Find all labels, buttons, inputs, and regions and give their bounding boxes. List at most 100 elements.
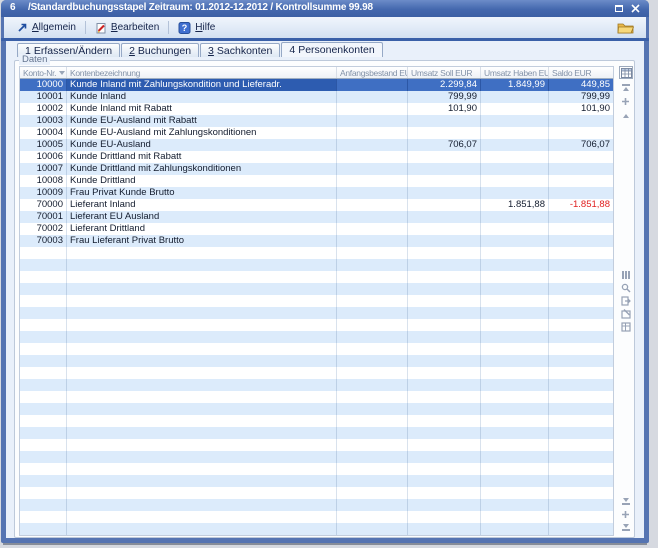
table-cell[interactable]: [549, 223, 613, 235]
table-row-empty[interactable]: [20, 259, 613, 271]
table-cell[interactable]: Lieferant EU Ausland: [67, 211, 337, 223]
table-row[interactable]: 10000Kunde Inland mit Zahlungskondition …: [20, 79, 613, 91]
table-cell[interactable]: [481, 367, 549, 379]
table-cell[interactable]: [481, 427, 549, 439]
table-cell[interactable]: Kunde Drittland: [67, 175, 337, 187]
table-row-empty[interactable]: [20, 499, 613, 511]
table-cell[interactable]: [549, 259, 613, 271]
allgemein-button[interactable]: Allgemein: [12, 20, 81, 35]
folder-button[interactable]: [617, 21, 634, 39]
table-cell[interactable]: [408, 463, 481, 475]
table-cell[interactable]: [549, 523, 613, 535]
table-cell[interactable]: [337, 391, 408, 403]
table-cell[interactable]: [337, 283, 408, 295]
table-cell[interactable]: [337, 223, 408, 235]
table-row-empty[interactable]: [20, 475, 613, 487]
table-cell[interactable]: [481, 223, 549, 235]
table-cell[interactable]: [337, 343, 408, 355]
table-cell[interactable]: [408, 247, 481, 259]
table-cell[interactable]: [67, 283, 337, 295]
table-cell[interactable]: [549, 427, 613, 439]
column-header-anfangsbestand[interactable]: Anfangsbestand EUR: [337, 67, 408, 78]
table-cell[interactable]: 70003: [20, 235, 67, 247]
table-cell[interactable]: [20, 271, 67, 283]
table-cell[interactable]: [481, 175, 549, 187]
table-cell[interactable]: [337, 319, 408, 331]
table-row[interactable]: 10001Kunde Inland799,99799,99: [20, 91, 613, 103]
table-row-empty[interactable]: [20, 427, 613, 439]
table-cell[interactable]: [20, 427, 67, 439]
table-cell[interactable]: [20, 331, 67, 343]
table-cell[interactable]: [408, 259, 481, 271]
table-cell[interactable]: [337, 451, 408, 463]
table-cell[interactable]: 101,90: [408, 103, 481, 115]
table-cell[interactable]: [408, 487, 481, 499]
tab-sachkonten[interactable]: 3Sachkonten: [200, 43, 280, 57]
table-cell[interactable]: Kunde Drittland mit Zahlungskonditionen: [67, 163, 337, 175]
table-row-empty[interactable]: [20, 451, 613, 463]
table-cell[interactable]: Frau Lieferant Privat Brutto: [67, 235, 337, 247]
table-cell[interactable]: [549, 403, 613, 415]
table-row-empty[interactable]: [20, 463, 613, 475]
table-cell[interactable]: [337, 103, 408, 115]
table-cell[interactable]: [408, 523, 481, 535]
close-button[interactable]: [630, 3, 641, 13]
table-cell[interactable]: [481, 439, 549, 451]
table-cell[interactable]: [337, 307, 408, 319]
table-cell[interactable]: [481, 319, 549, 331]
column-header-kontenbezeichnung[interactable]: Kontenbezeichnung: [67, 67, 337, 78]
table-cell[interactable]: [337, 151, 408, 163]
table-cell[interactable]: [337, 379, 408, 391]
table-row-empty[interactable]: [20, 331, 613, 343]
table-cell[interactable]: [549, 415, 613, 427]
table-cell[interactable]: [67, 451, 337, 463]
table-cell[interactable]: [481, 343, 549, 355]
table-cell[interactable]: [20, 451, 67, 463]
bearbeiten-button[interactable]: Bearbeiten: [90, 20, 164, 36]
table-cell[interactable]: [20, 247, 67, 259]
table-cell[interactable]: Kunde Drittland mit Rabatt: [67, 151, 337, 163]
table-cell[interactable]: [549, 319, 613, 331]
table-cell[interactable]: Lieferant Inland: [67, 199, 337, 211]
table-cell[interactable]: [337, 463, 408, 475]
table-row[interactable]: 70003Frau Lieferant Privat Brutto: [20, 235, 613, 247]
table-cell[interactable]: [408, 451, 481, 463]
column-chooser-button[interactable]: [619, 66, 633, 79]
table-cell[interactable]: [337, 235, 408, 247]
search-button[interactable]: [620, 282, 632, 294]
scroll-up-button[interactable]: [621, 111, 630, 120]
table-cell[interactable]: 10001: [20, 91, 67, 103]
table-cell[interactable]: 706,07: [549, 139, 613, 151]
table-cell[interactable]: [337, 355, 408, 367]
table-cell[interactable]: [20, 319, 67, 331]
column-header-saldo[interactable]: Saldo EUR: [549, 67, 613, 78]
table-cell[interactable]: [408, 223, 481, 235]
table-cell[interactable]: 1.851,88: [481, 199, 549, 211]
table-cell[interactable]: [481, 463, 549, 475]
table-cell[interactable]: [20, 391, 67, 403]
table-cell[interactable]: [67, 295, 337, 307]
table-cell[interactable]: [481, 391, 549, 403]
table-cell[interactable]: [337, 79, 408, 91]
table-cell[interactable]: Frau Privat Kunde Brutto: [67, 187, 337, 199]
table-cell[interactable]: [481, 187, 549, 199]
table-cell[interactable]: 10004: [20, 127, 67, 139]
table-cell[interactable]: [549, 343, 613, 355]
record-down-button[interactable]: [621, 510, 630, 519]
table-row[interactable]: 10004Kunde EU-Ausland mit Zahlungskondit…: [20, 127, 613, 139]
table-cell[interactable]: [337, 475, 408, 487]
table-cell[interactable]: [67, 415, 337, 427]
table-cell[interactable]: [20, 439, 67, 451]
table-cell[interactable]: [549, 283, 613, 295]
table-cell[interactable]: 10005: [20, 139, 67, 151]
table-row[interactable]: 10009Frau Privat Kunde Brutto: [20, 187, 613, 199]
table-cell[interactable]: [549, 463, 613, 475]
edit-list-button[interactable]: [620, 308, 632, 320]
table-cell[interactable]: [67, 319, 337, 331]
table-cell[interactable]: 1.849,99: [481, 79, 549, 91]
table-cell[interactable]: [20, 403, 67, 415]
table-cell[interactable]: [481, 115, 549, 127]
table-cell[interactable]: [408, 331, 481, 343]
table-row-empty[interactable]: [20, 247, 613, 259]
table-cell[interactable]: [481, 403, 549, 415]
